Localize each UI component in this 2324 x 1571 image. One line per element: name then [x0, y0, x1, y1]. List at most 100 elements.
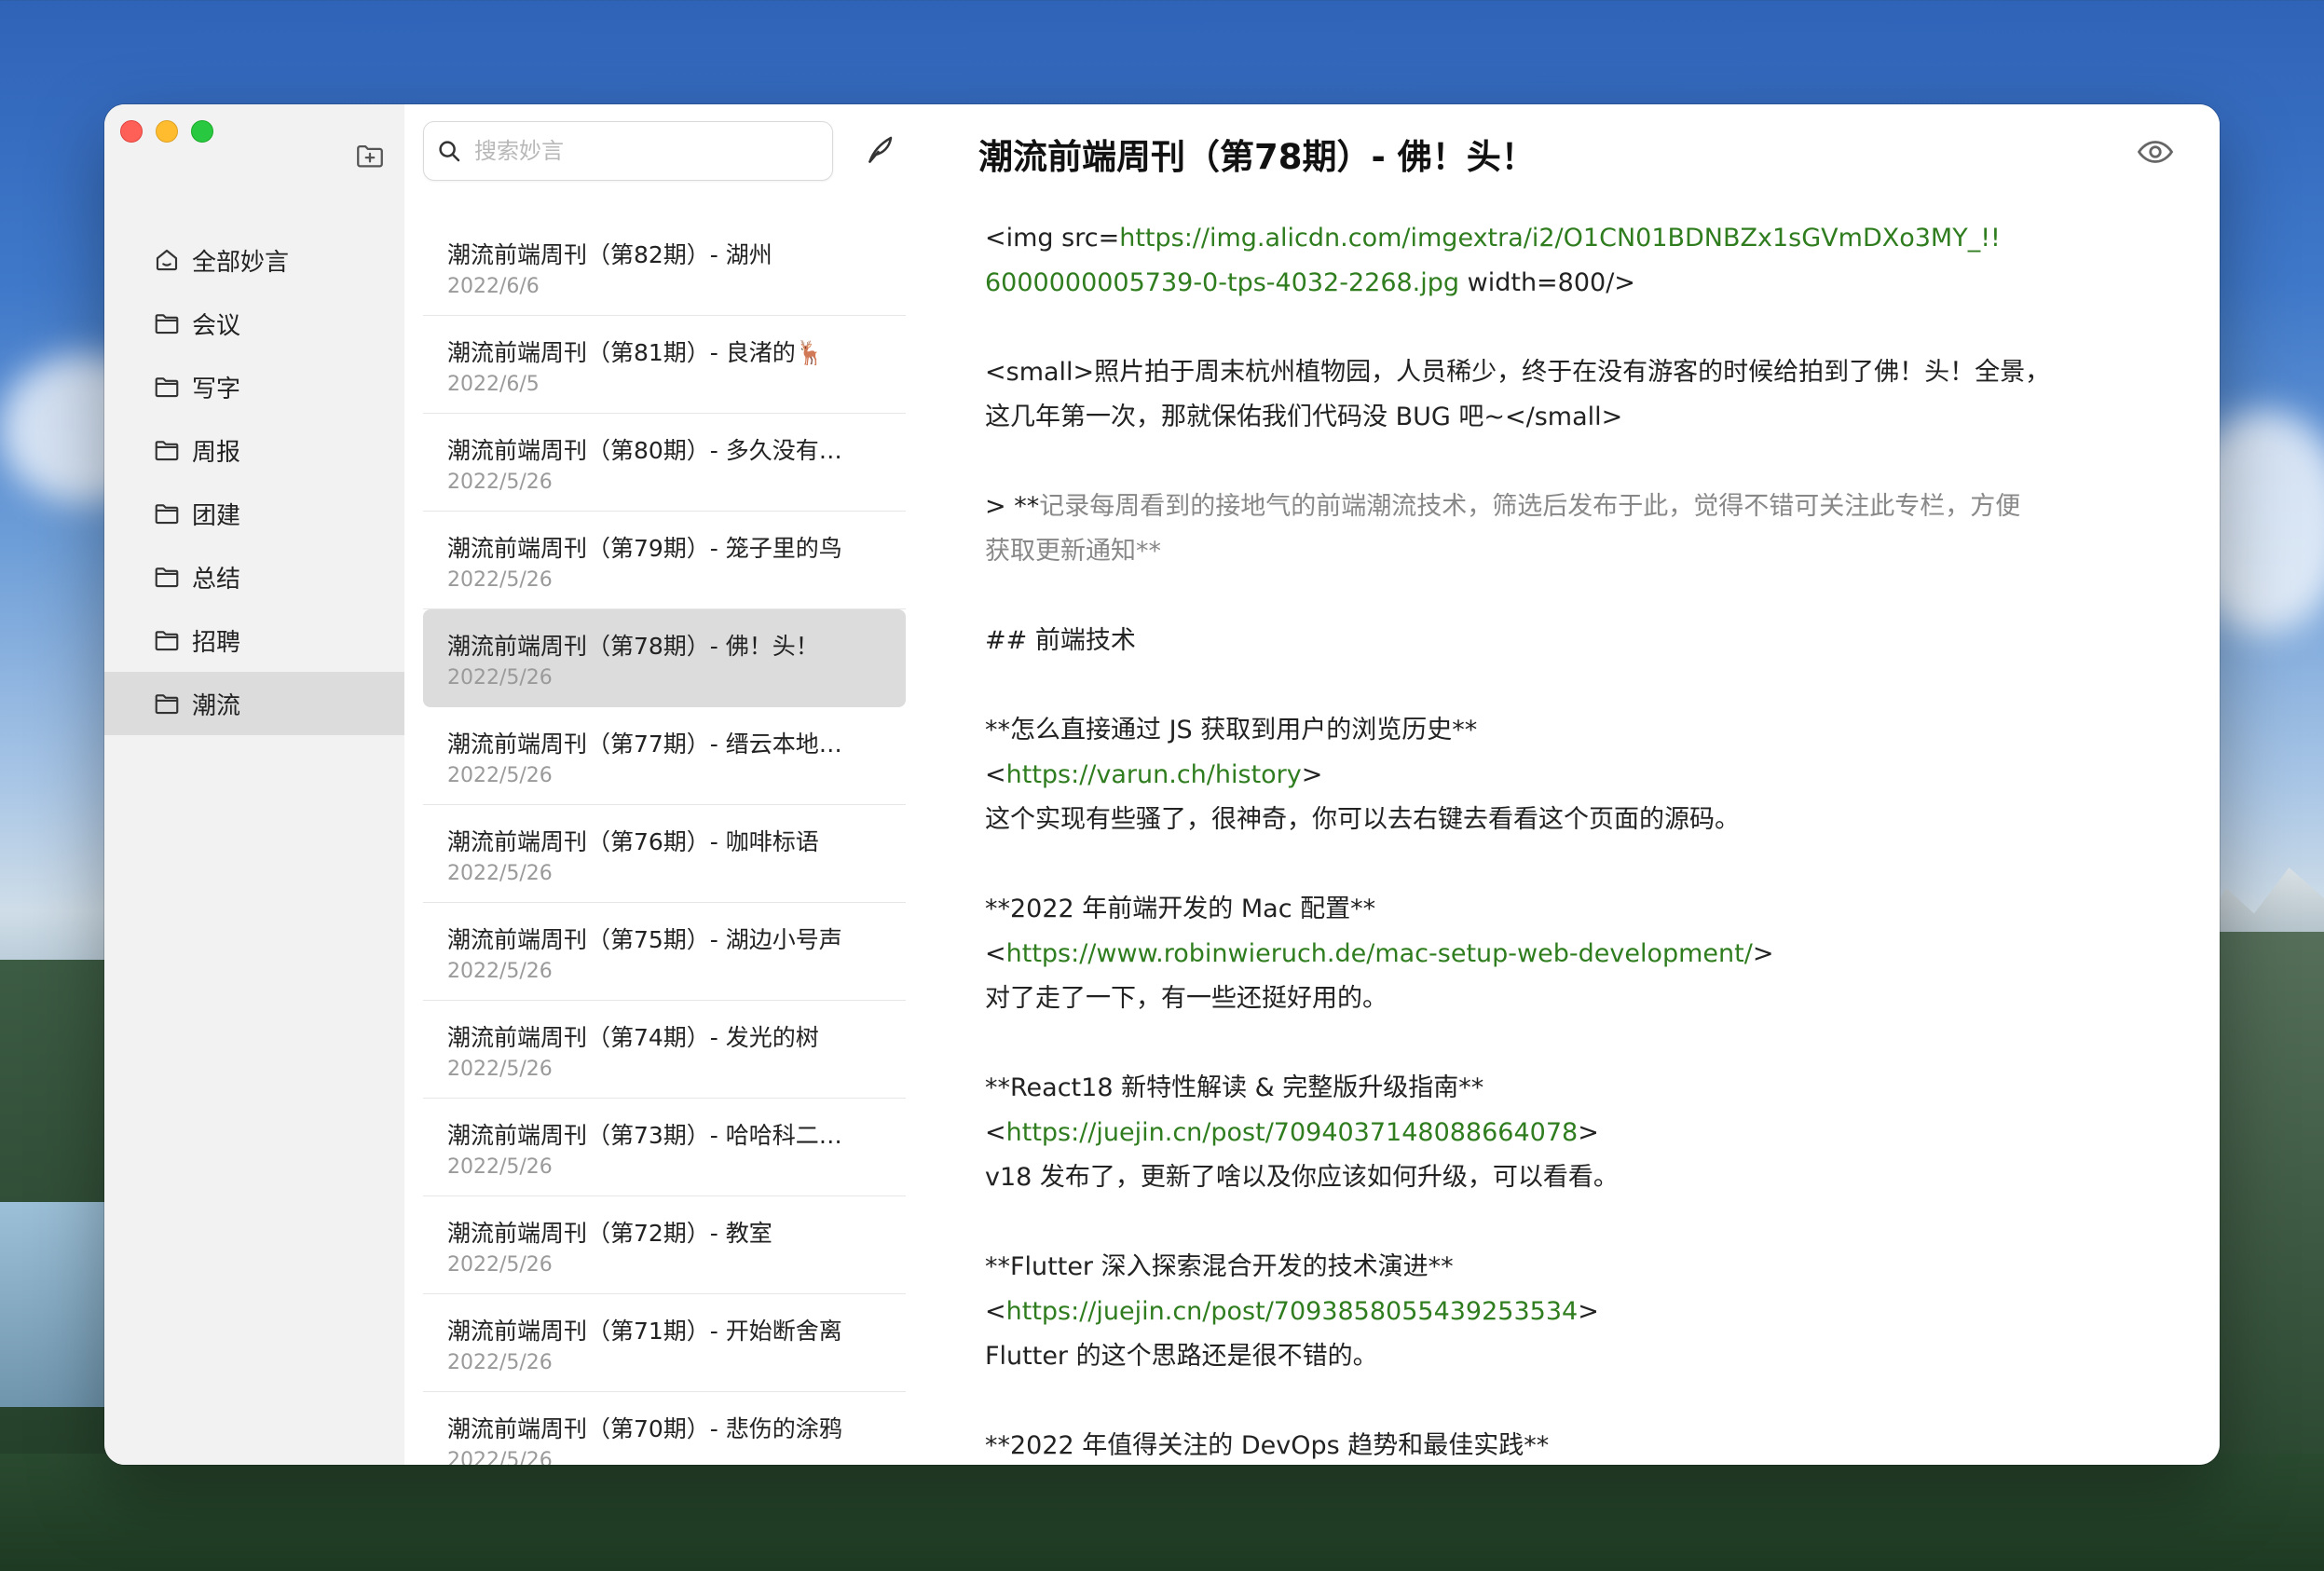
list-item[interactable]: 潮流前端周刊（第74期）- 发光的树 2022/5/26: [423, 1001, 906, 1099]
sidebar-item-summary[interactable]: 总结: [104, 545, 404, 608]
article-link[interactable]: https://varun.ch/history: [1006, 760, 1302, 789]
list-item-title: 潮流前端周刊（第81期）- 良渚的🦌: [447, 339, 825, 366]
article-description: 对了走了一下，有一些还挺好用的。: [985, 984, 1388, 1013]
markdown-body[interactable]: <img src=https://img.alicdn.com/imgextra…: [985, 216, 2168, 1465]
article-link-line: <https://juejin.cn/post/7093858055439253…: [985, 1297, 1599, 1326]
list-item[interactable]: 潮流前端周刊（第72期）- 教室 2022/5/26: [423, 1196, 906, 1294]
list-item-date: 2022/5/26: [447, 1449, 553, 1465]
zoom-window-button[interactable]: [191, 120, 213, 143]
page-title: 潮流前端周刊（第78期）- 佛！头！: [978, 137, 1536, 177]
new-folder-icon[interactable]: [354, 140, 386, 171]
list-item-title: 潮流前端周刊（第76期）- 咖啡标语: [447, 828, 819, 855]
article-link-line: <https://www.robinwieruch.de/mac-setup-w…: [985, 939, 1774, 968]
background-forest: [0, 1454, 2324, 1571]
img-line: 6000000005739-0-tps-4032-2268.jpg width=…: [985, 261, 2168, 306]
editor-pane[interactable]: 潮流前端周刊（第78期）- 佛！头！ <img src=https://img.…: [924, 104, 2220, 1465]
folder-nav: 全部妙言 会议 写字 周报 团建 总结 招聘 潮流: [104, 228, 404, 735]
list-item-selected[interactable]: 潮流前端周刊（第78期）- 佛！头！ 2022/5/26: [423, 609, 906, 707]
article-link[interactable]: https://www.robinwieruch.de/mac-setup-we…: [1006, 939, 1753, 968]
list-item-date: 2022/5/26: [447, 1253, 553, 1277]
folder-icon: [155, 631, 179, 651]
list-item-date: 2022/5/26: [447, 666, 553, 690]
article-description: v18 发布了，更新了啥以及你应该如何升级，可以看看。: [985, 1163, 1619, 1192]
list-item-title: 潮流前端周刊（第70期）- 悲伤的涂鸦: [447, 1415, 842, 1442]
list-item[interactable]: 潮流前端周刊（第76期）- 咖啡标语 2022/5/26: [423, 805, 906, 903]
folder-icon: [155, 504, 179, 525]
list-item[interactable]: 潮流前端周刊（第77期）- 缙云本地… 2022/5/26: [423, 707, 906, 805]
article-link[interactable]: https://juejin.cn/post/70940371480886640…: [1006, 1118, 1579, 1147]
list-item[interactable]: 潮流前端周刊（第82期）- 湖州 2022/6/6: [423, 218, 906, 316]
note-list-pane: 潮流前端周刊（第82期）- 湖州 2022/6/6 潮流前端周刊（第81期）- …: [404, 104, 925, 1465]
image-url-link[interactable]: https://img.alicdn.com/imgextra/i2/O1CN0…: [1119, 224, 2001, 253]
article-link-line: <https://juejin.cn/post/7094037148088664…: [985, 1118, 1599, 1147]
blockquote-line: 获取更新通知**: [985, 537, 1161, 566]
list-item-title: 潮流前端周刊（第71期）- 开始断舍离: [447, 1318, 842, 1345]
sidebar-item-label: 潮流: [192, 691, 241, 720]
list-item[interactable]: 潮流前端周刊（第79期）- 笼子里的鸟 2022/5/26: [423, 512, 906, 609]
article-title: **2022 年值得关注的 DevOps 趋势和最佳实践**: [985, 1431, 1550, 1460]
list-item-date: 2022/5/26: [447, 764, 553, 787]
sidebar-item-all[interactable]: 全部妙言: [104, 228, 404, 292]
article-title: **React18 新特性解读 & 完整版升级指南**: [985, 1073, 1484, 1102]
article-link-line: <https://varun.ch/history>: [985, 760, 1323, 789]
quote-marker: > **: [985, 492, 1040, 521]
list-item-title: 潮流前端周刊（第73期）- 哈哈科二…: [447, 1122, 842, 1149]
sidebar-item-meeting[interactable]: 会议: [104, 292, 404, 355]
folder-icon: [155, 567, 179, 588]
list-item[interactable]: 潮流前端周刊（第73期）- 哈哈科二… 2022/5/26: [423, 1099, 906, 1196]
list-item-date: 2022/5/26: [447, 568, 553, 592]
list-item-date: 2022/6/6: [447, 275, 540, 298]
close-window-button[interactable]: [120, 120, 143, 143]
article-description: 这个实现有些骚了，很神奇，你可以去右键去看看这个页面的源码。: [985, 805, 1740, 834]
img-tag-prefix: <img src=: [985, 224, 1120, 253]
list-item-date: 2022/5/26: [447, 1155, 553, 1179]
sidebar-item-writing[interactable]: 写字: [104, 355, 404, 418]
list-item-title: 潮流前端周刊（第74期）- 发光的树: [447, 1024, 819, 1051]
article-link[interactable]: https://juejin.cn/post/70938580554392535…: [1006, 1297, 1579, 1326]
search-input[interactable]: [472, 137, 812, 165]
sidebar: 全部妙言 会议 写字 周报 团建 总结 招聘 潮流: [104, 104, 405, 1465]
image-url-link[interactable]: 6000000005739-0-tps-4032-2268.jpg: [985, 268, 1459, 297]
sidebar-item-weekly[interactable]: 周报: [104, 418, 404, 482]
list-item[interactable]: 潮流前端周刊（第71期）- 开始断舍离 2022/5/26: [423, 1294, 906, 1392]
article-title: **2022 年前端开发的 Mac 配置**: [985, 895, 1376, 923]
list-item-title: 潮流前端周刊（第72期）- 教室: [447, 1220, 772, 1247]
search-icon: [439, 141, 460, 162]
list-item-date: 2022/5/26: [447, 471, 553, 494]
list-item[interactable]: 潮流前端周刊（第70期）- 悲伤的涂鸦 2022/5/26: [423, 1392, 906, 1465]
list-item-title: 潮流前端周刊（第75期）- 湖边小号声: [447, 926, 842, 953]
note-list: 潮流前端周刊（第82期）- 湖州 2022/6/6 潮流前端周刊（第81期）- …: [404, 218, 924, 1465]
small-caption-line: <small>照片拍于周末杭州植物园，人员稀少，终于在没有游客的时候给拍到了佛！…: [985, 358, 2051, 387]
img-line: <img src=https://img.alicdn.com/imgextra…: [985, 216, 2168, 261]
quote-text: 记录每周看到的接地气的前端潮流技术，筛选后发布于此，觉得不错可关注此专栏，方便: [1039, 492, 2021, 521]
app-window: 全部妙言 会议 写字 周报 团建 总结 招聘 潮流 搜索妙言 潮流前端周刊（第8…: [104, 104, 2220, 1465]
search-box[interactable]: [423, 121, 833, 181]
folder-icon: [155, 441, 179, 461]
list-item-title: 潮流前端周刊（第78期）- 佛！头！: [447, 633, 819, 660]
sidebar-item-label: 写字: [192, 375, 241, 403]
list-item[interactable]: 潮流前端周刊（第75期）- 湖边小号声 2022/5/26: [423, 903, 906, 1001]
minimize-window-button[interactable]: [156, 120, 178, 143]
folder-icon: [155, 314, 179, 335]
article-title: **怎么直接通过 JS 获取到用户的浏览历史**: [985, 716, 1478, 745]
list-item-date: 2022/5/26: [447, 1058, 553, 1081]
small-caption-line: 这几年第一次，那就保佑我们代码没 BUG 吧~</small>: [985, 403, 1623, 431]
list-item-title: 潮流前端周刊（第79期）- 笼子里的鸟: [447, 535, 842, 562]
sidebar-item-label: 周报: [192, 438, 241, 467]
sidebar-item-hiring[interactable]: 招聘: [104, 608, 404, 672]
blockquote-line: > **记录每周看到的接地气的前端潮流技术，筛选后发布于此，觉得不错可关注此专栏…: [985, 485, 2168, 529]
img-tag-suffix: width=800/>: [1459, 268, 1635, 297]
sidebar-item-label: 总结: [192, 565, 241, 594]
article-description: Flutter 的这个思路还是很不错的。: [985, 1342, 1378, 1371]
list-item-date: 2022/5/26: [447, 960, 553, 983]
folder-icon: [155, 694, 179, 715]
list-item[interactable]: 潮流前端周刊（第80期）- 多久没有… 2022/5/26: [423, 414, 906, 512]
preview-eye-icon[interactable]: [2136, 132, 2175, 171]
sidebar-item-teambuilding[interactable]: 团建: [104, 482, 404, 545]
list-item[interactable]: 潮流前端周刊（第81期）- 良渚的🦌 2022/6/5: [423, 316, 906, 414]
sidebar-item-label: 会议: [192, 311, 241, 340]
compose-feather-icon[interactable]: [863, 132, 896, 166]
sidebar-item-label: 团建: [192, 501, 241, 530]
list-item-date: 2022/6/5: [447, 373, 540, 396]
sidebar-item-trends[interactable]: 潮流: [104, 672, 404, 735]
